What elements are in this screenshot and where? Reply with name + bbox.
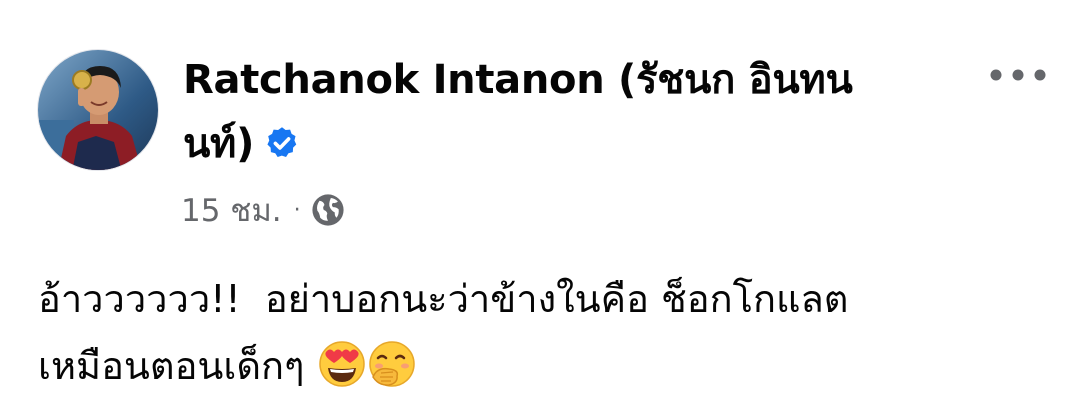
more-options-button[interactable]	[985, 58, 1051, 92]
post-meta: 15 ชม. ·	[181, 188, 345, 232]
post-timestamp[interactable]: 15 ชม.	[181, 185, 282, 235]
more-dots-icon	[990, 69, 1046, 81]
post-body: อ้าวววววว!! อย่าบอกนะว่าข้างในคือ ช็อกโก…	[38, 266, 1048, 400]
avatar-photo	[38, 50, 158, 170]
post-text-line-2-text: เหมือนตอนเด็กๆ	[38, 344, 305, 388]
author-name[interactable]: Ratchanok Intanon (รัชนก อินทนนท์)	[183, 48, 903, 176]
meta-separator: ·	[293, 197, 301, 223]
heart-eyes-emoji-icon	[318, 341, 365, 387]
globe-icon[interactable]	[311, 193, 345, 227]
hand-over-mouth-emoji-icon	[368, 341, 415, 387]
author-avatar[interactable]	[37, 49, 159, 171]
verified-badge-icon	[267, 127, 297, 157]
post-text-line-2: เหมือนตอนเด็กๆ	[38, 333, 1048, 400]
post-text-line-1: อ้าวววววว!! อย่าบอกนะว่าข้างในคือ ช็อกโก…	[38, 277, 849, 321]
